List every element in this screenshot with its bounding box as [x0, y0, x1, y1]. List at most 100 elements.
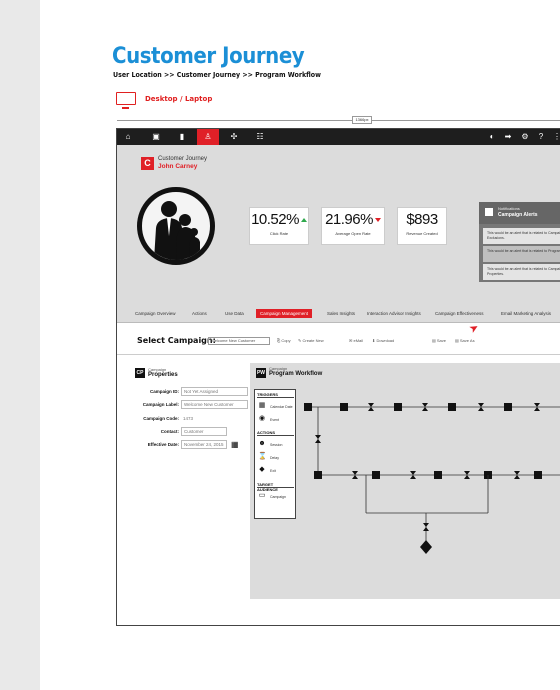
family-silhouette-icon	[154, 201, 200, 260]
workflow-node[interactable]	[504, 403, 512, 411]
alert-item[interactable]: This would be an alert that is related t…	[483, 264, 560, 280]
contact-input[interactable]: Customer	[181, 427, 227, 436]
field-campaign-code: Campaign Code: 1473	[129, 414, 249, 424]
actions-heading: ACTIONS	[257, 430, 294, 436]
tab-sales-insights[interactable]: Sales Insights	[327, 311, 355, 316]
network-icon[interactable]: ✣	[229, 132, 239, 142]
field-label: Campaign Label:	[142, 402, 179, 407]
campaign-body: CP Campaign Properties Campaign ID: Not …	[117, 355, 560, 625]
tab-email-marketing-analysis[interactable]: Email Marketing Analysis	[501, 311, 551, 316]
monitor-icon	[116, 92, 136, 109]
tab-interaction-advisor-insights[interactable]: Interaction Advisor Insights	[367, 311, 421, 316]
workflow-node[interactable]	[340, 403, 348, 411]
properties-panel: CP Campaign Properties Campaign ID: Not …	[129, 363, 256, 533]
tab-campaign-overview[interactable]: Campaign Overview	[135, 311, 176, 316]
copy-button[interactable]: ⎘ Copy	[277, 338, 291, 343]
top-nav: ⌂ ▣ ▮ ♙ ✣ ☷ ◐ ➡ ⚙ ? ⋮	[117, 129, 560, 145]
width-guide	[117, 120, 560, 121]
field-campaign-id: Campaign ID: Not Yet Assigned	[129, 387, 249, 397]
notifications-title: Campaign Alerts	[498, 212, 538, 218]
palette-item-calendar-date[interactable]: ▦ Calendar Date	[258, 402, 295, 412]
customer-name: John Carney	[158, 163, 198, 170]
field-campaign-label: Campaign Label: Welcome New Customer	[129, 400, 249, 410]
tab-bar: Campaign Overview Actions Use Data Campa…	[117, 309, 560, 323]
properties-icon: CP	[135, 368, 145, 378]
palette-label: Exit	[270, 469, 276, 473]
workflow-node[interactable]	[394, 403, 402, 411]
alert-item[interactable]: This would be an alert that is related t…	[483, 228, 560, 244]
theater-masks-icon: ☻	[258, 440, 266, 447]
triggers-heading: TRIGGERS	[257, 392, 294, 398]
settings-icon[interactable]: ⚙	[520, 132, 530, 142]
forward-icon[interactable]: ➡	[503, 132, 513, 142]
tab-campaign-management[interactable]: Campaign Management	[256, 309, 313, 318]
workflow-node[interactable]	[534, 471, 542, 479]
save-as-label: Save As	[459, 338, 475, 343]
breadcrumb: User Location >> Customer Journey >> Pro…	[113, 71, 321, 79]
trend-down-icon	[374, 218, 381, 223]
palette-item-event[interactable]: ◉ Event	[258, 415, 295, 425]
notifications-subtitle: Notifications	[498, 206, 520, 211]
tab-campaign-effectiveness[interactable]: Campaign Effectiveness	[435, 311, 483, 316]
campaign-label-input[interactable]: Welcome New Customer	[181, 400, 248, 409]
workflow-node[interactable]	[372, 471, 380, 479]
calendar-icon[interactable]: ▦	[231, 440, 239, 449]
copy-label: Copy	[281, 338, 291, 343]
palette-label: Delay	[270, 456, 279, 460]
email-button[interactable]: ✉ eMail	[349, 338, 363, 343]
metric-value: 10.52%	[251, 211, 299, 228]
workflow-node[interactable]	[448, 403, 456, 411]
metric-value: 21.96%	[325, 211, 373, 228]
tab-use-data[interactable]: Use Data	[225, 311, 244, 316]
campaign-select[interactable]: Welcome New Customer	[208, 337, 270, 345]
workflow-icon: PW	[256, 368, 266, 378]
field-label: Campaign ID:	[149, 389, 179, 394]
field-effective-date: Effective Date: November 24, 2015 ▦	[129, 440, 249, 450]
tab-actions[interactable]: Actions	[192, 311, 207, 316]
help-icon[interactable]: ?	[536, 132, 546, 142]
bar-chart-icon[interactable]: ▮	[177, 132, 187, 142]
toggle-icon[interactable]: ◐	[487, 132, 497, 142]
customer-header: C Customer Journey John Carney 10.52% Cl…	[117, 145, 560, 309]
palette-item-session[interactable]: ☻ Session	[258, 440, 295, 450]
email-label: eMail	[353, 338, 364, 343]
create-new-button[interactable]: ✎ Create New	[298, 338, 324, 343]
save-label: Save	[436, 338, 447, 343]
select-campaign-label: Select Campaign:	[137, 336, 216, 345]
palette-label: Calendar Date	[270, 405, 293, 409]
palette-label: Session	[270, 443, 283, 447]
customer-logo: C	[141, 157, 154, 170]
metric-label: Revenue Created	[406, 231, 438, 236]
journey-icon[interactable]: ♙	[203, 132, 213, 142]
workflow-node[interactable]	[314, 471, 322, 479]
field-label: Campaign Code:	[143, 416, 179, 421]
people-icon[interactable]: ☷	[255, 132, 265, 142]
exit-node[interactable]	[420, 540, 432, 554]
audience-heading: TARGET AUDIENCE	[257, 482, 294, 492]
workflow-diagram[interactable]	[298, 385, 560, 597]
palette-item-exit[interactable]: ◆ Exit	[258, 466, 295, 476]
create-new-label: Create New	[302, 338, 324, 343]
trend-up-icon	[300, 218, 307, 223]
workflow-node[interactable]	[434, 471, 442, 479]
menu-icon[interactable]: ⋮	[552, 132, 560, 142]
alert-item[interactable]: This would be an alert that is related t…	[483, 246, 560, 262]
exit-icon: ◆	[259, 466, 265, 473]
effective-date-input[interactable]: November 24, 2015	[181, 440, 227, 449]
left-gutter	[0, 0, 40, 690]
home-icon[interactable]: ⌂	[123, 132, 133, 142]
hourglass-icon: ⌛	[258, 453, 267, 460]
workflow-node[interactable]	[304, 403, 312, 411]
campaign-id-input[interactable]: Not Yet Assigned	[181, 387, 248, 396]
width-tag: 1366px	[352, 116, 372, 124]
save-button[interactable]: ▤ Save	[432, 338, 446, 343]
page-title: Customer Journey	[112, 44, 305, 69]
id-card-icon[interactable]: ▣	[151, 132, 161, 142]
download-button[interactable]: ⬇ Download	[372, 338, 394, 343]
palette-item-campaign[interactable]: ▭ Campaign	[258, 492, 295, 502]
metric-click-rate: 10.52% Click Rate	[249, 207, 309, 245]
journey-label: Customer Journey	[158, 156, 208, 162]
save-as-button[interactable]: ▤ Save As	[455, 338, 475, 343]
palette-label: Event	[270, 418, 279, 422]
palette-item-delay[interactable]: ⌛ Delay	[258, 453, 295, 463]
